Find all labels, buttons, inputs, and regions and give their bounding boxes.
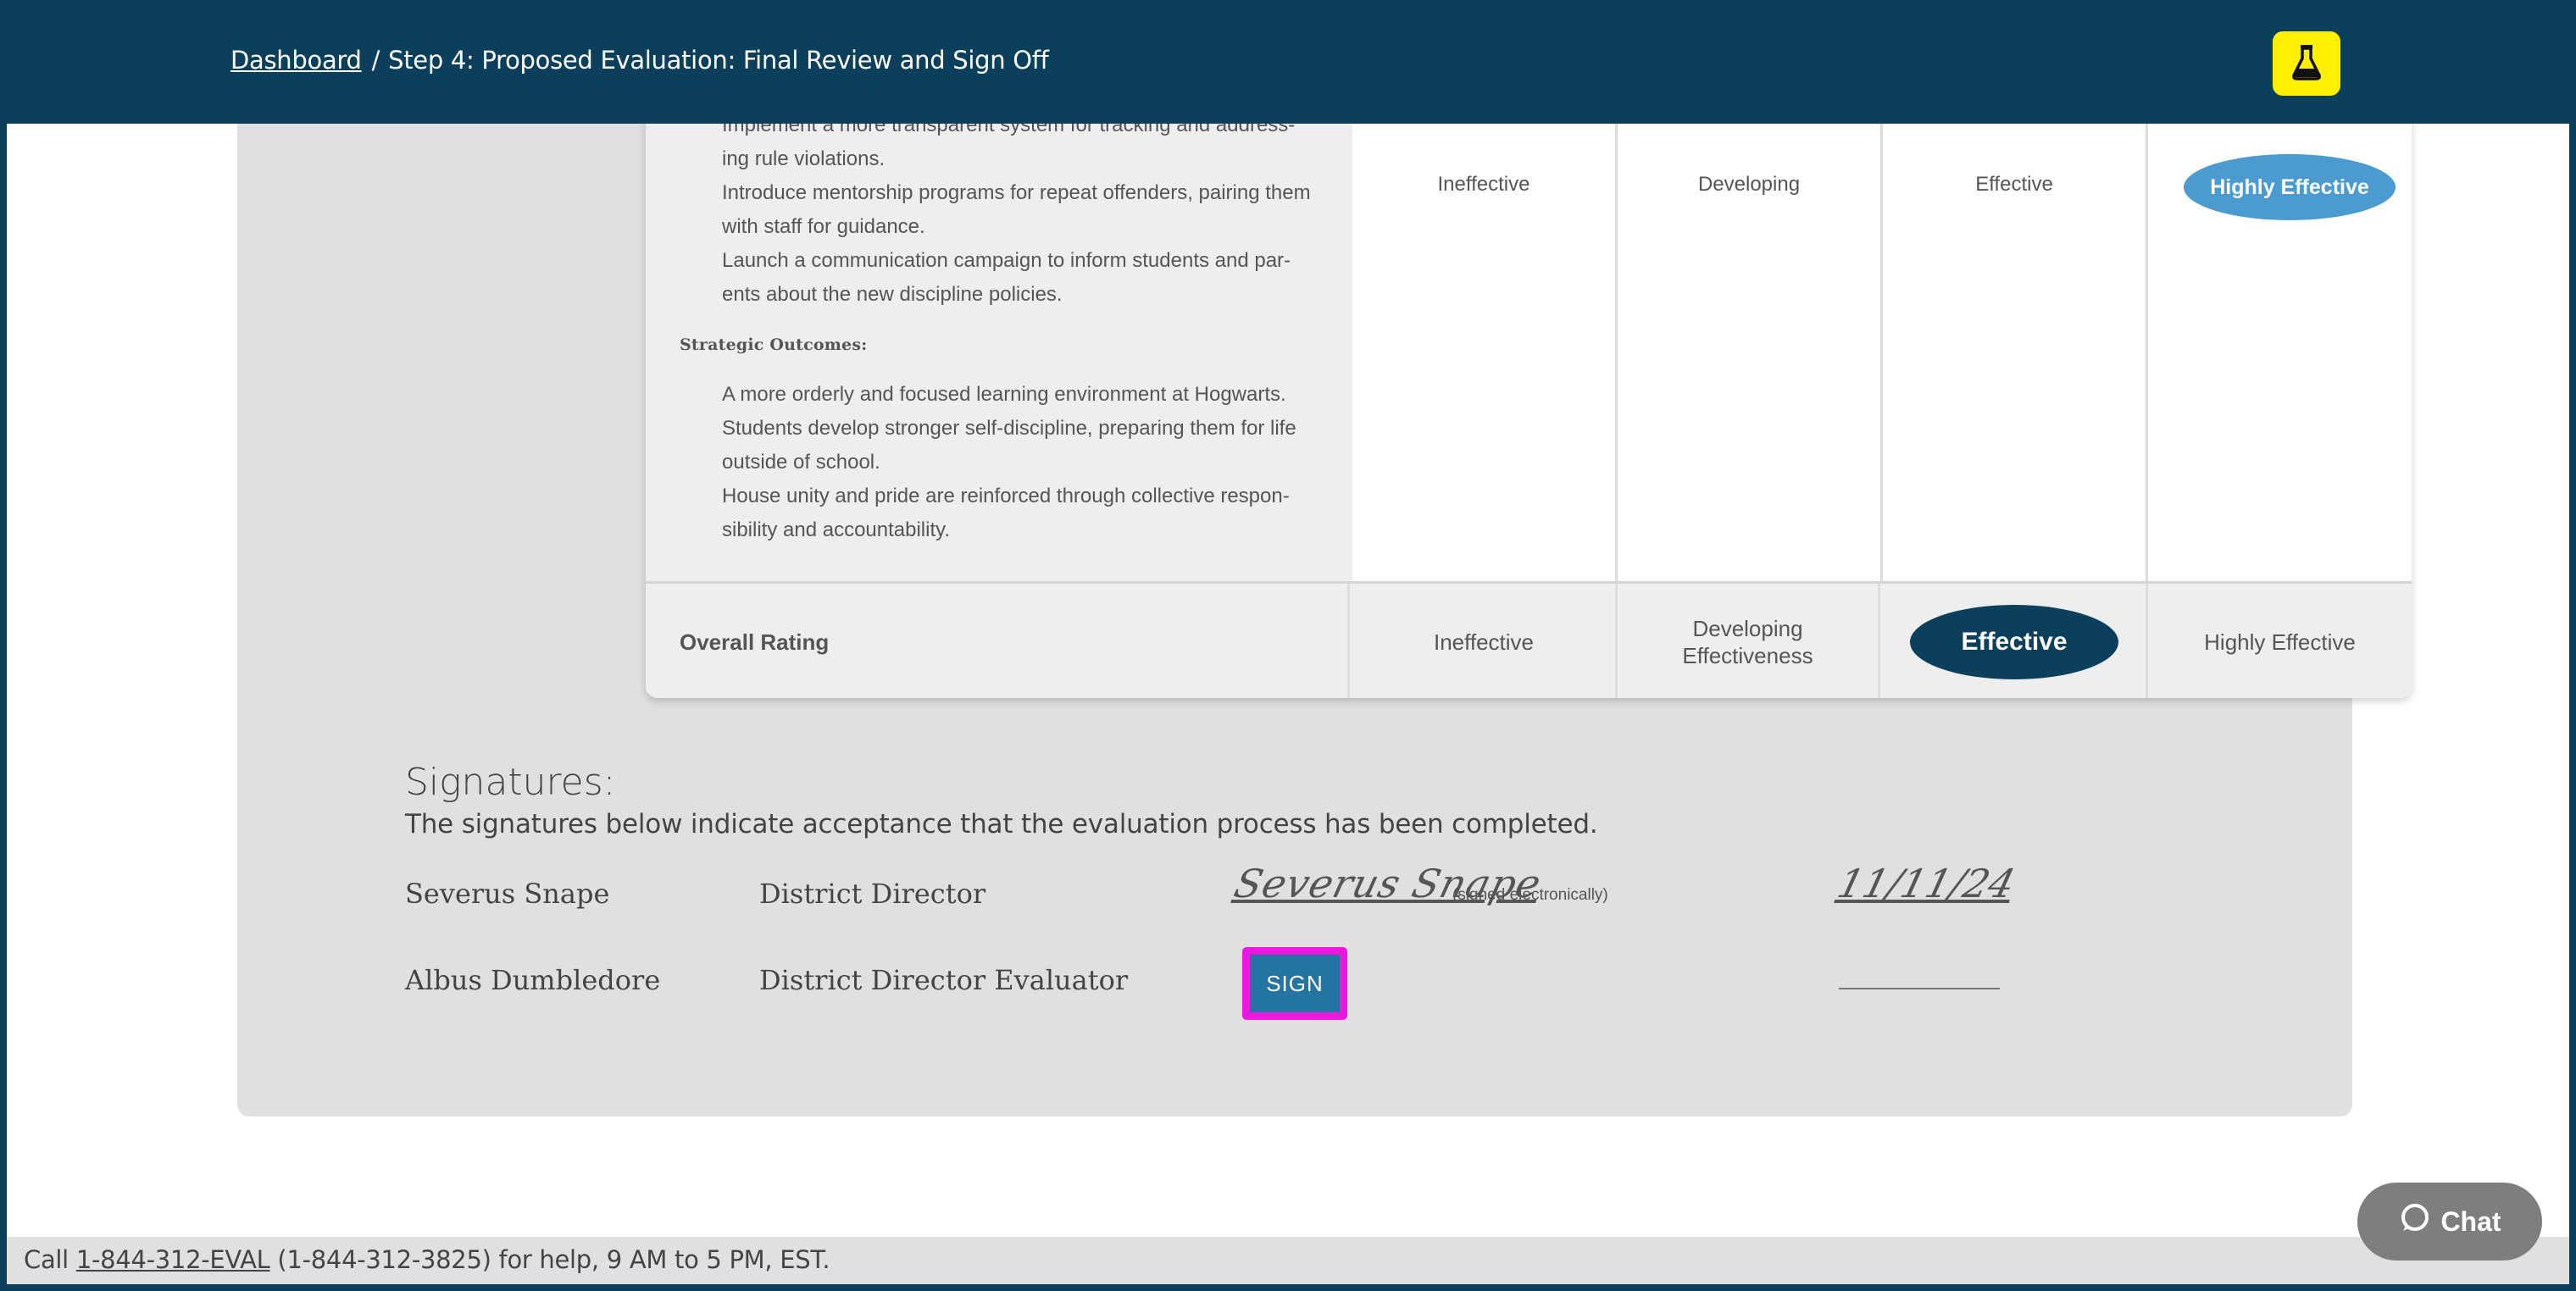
overall-option-developing[interactable]: Developing Effectiveness xyxy=(1618,584,1880,698)
chat-button[interactable]: Chat xyxy=(2357,1183,2542,1261)
overall-option-highly-effective[interactable]: Highly Effective xyxy=(2148,584,2412,698)
page: Implement a more transparent system for … xyxy=(7,0,2569,1284)
signatures-subtitle: The signatures below indicate acceptance… xyxy=(405,809,1598,839)
outcome-item: Students develop stronger self-disciplin… xyxy=(722,417,1296,474)
rating-label: Developing xyxy=(1697,173,1801,196)
footer-prefix: Call xyxy=(24,1245,76,1274)
overall-option-effective[interactable]: Effective xyxy=(1883,584,2148,698)
signer-name: Severus Snape xyxy=(405,878,610,910)
rubric-bullet: Introduce mentorship programs for repeat… xyxy=(722,181,1311,238)
evaluation-panel: Implement a more transparent system for … xyxy=(237,0,2412,1116)
signed-electronically-note: (signed electronically) xyxy=(1452,886,1608,904)
breadcrumb-dashboard-link[interactable]: Dashboard xyxy=(230,46,362,75)
top-bar: Dashboard / Step 4: Proposed Evaluation: F… xyxy=(0,0,2576,124)
footer-text: (1-844-312-3825) for help, 9 AM to 5 PM,… xyxy=(269,1245,830,1274)
signer-role: District Director xyxy=(759,878,986,910)
page-title: Step 4: Proposed Evaluation: Final Revie… xyxy=(388,46,1049,75)
chat-label: Chat xyxy=(2440,1205,2501,1237)
strategic-outcomes-heading: Strategic Outcomes: xyxy=(680,335,868,354)
sign-button-label: SIGN xyxy=(1250,955,1340,1012)
help-footer: Call 1-844-312-EVAL (1-844-312-3825) for… xyxy=(7,1237,2569,1284)
selected-overall-pill: Effective xyxy=(1910,605,2118,679)
outcome-item: House unity and pride are reinforced thr… xyxy=(722,485,1290,541)
help-phone-link[interactable]: 1-844-312-EVAL xyxy=(76,1245,270,1274)
signature-date: 11/11/24 xyxy=(1833,861,2020,906)
selected-rating-pill[interactable]: Highly Effective xyxy=(2184,154,2396,220)
sign-button[interactable]: SIGN xyxy=(1242,947,1347,1020)
signer-role: District Director Evaluator xyxy=(759,964,1129,996)
flask-icon xyxy=(2290,43,2323,85)
overall-rating-row: Overall Rating Ineffective Developing Ef… xyxy=(646,581,2412,698)
chat-bubble-icon xyxy=(2398,1202,2430,1241)
signer-name: Albus Dumbledore xyxy=(405,964,661,996)
rubric-bullet: Launch a communication campaign to infor… xyxy=(722,249,1291,306)
date-line xyxy=(1839,988,2000,989)
overall-rating-label: Overall Rating xyxy=(646,584,1350,698)
outcome-item: A more orderly and focused learning envi… xyxy=(722,383,1286,406)
rating-label: Effective xyxy=(1975,173,2053,196)
lab-button[interactable] xyxy=(2273,31,2340,96)
overall-option-ineffective[interactable]: Ineffective xyxy=(1352,584,1618,698)
rating-label: Ineffective xyxy=(1437,173,1530,196)
breadcrumb-separator: / xyxy=(371,46,380,75)
breadcrumb: Dashboard / Step 4: Proposed Evaluation: F… xyxy=(230,46,1049,75)
signatures-title: Signatures: xyxy=(405,761,616,804)
